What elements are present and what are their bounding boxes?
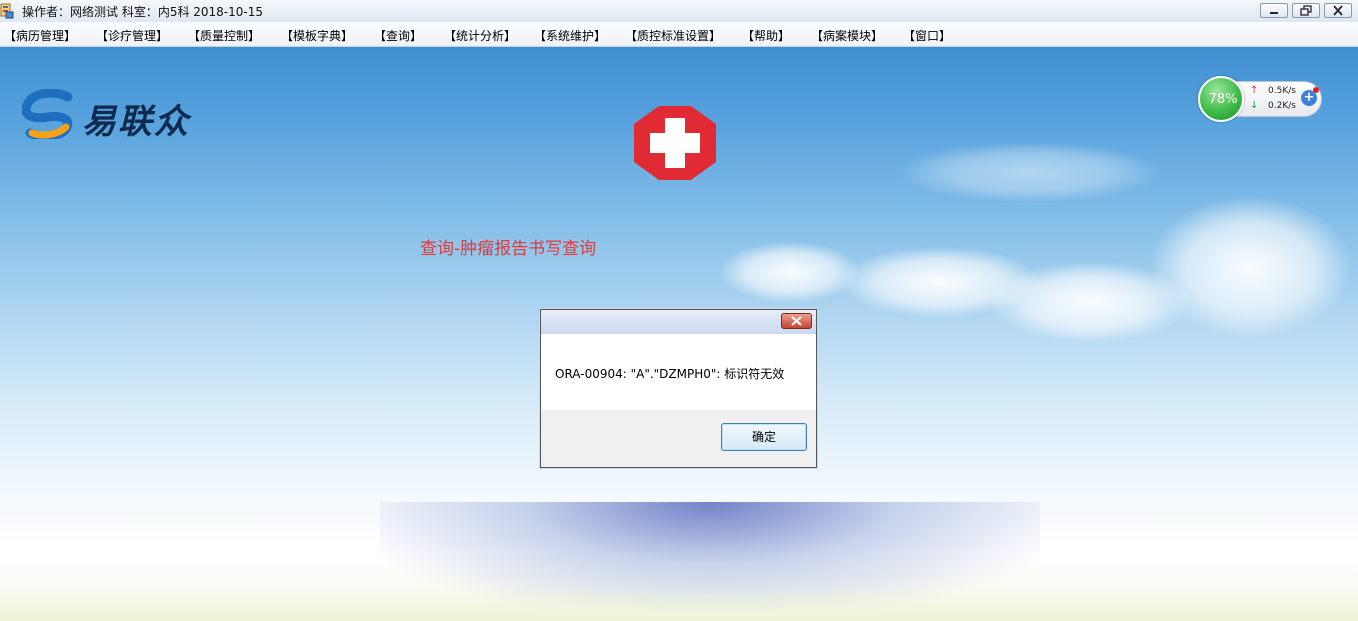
minimize-button[interactable] [1260, 3, 1288, 18]
menu-query[interactable]: 【查询】 [374, 27, 422, 44]
close-icon [791, 316, 802, 326]
notification-dot [1313, 87, 1319, 93]
download-arrow-icon: ↓ [1250, 100, 1259, 111]
menu-bar: 【病历管理】 【诊疗管理】 【质量控制】 【模板字典】 【查询】 【统计分析】 … [0, 22, 1358, 47]
menu-system[interactable]: 【系统维护】 [534, 27, 606, 44]
app-icon [0, 3, 14, 19]
minimize-icon [1270, 12, 1278, 14]
bottom-band [0, 587, 1358, 621]
memory-usage-ball[interactable]: 78% [1198, 76, 1244, 122]
menu-medical-records[interactable]: 【病历管理】 [4, 27, 76, 44]
restore-button[interactable] [1292, 3, 1320, 18]
menu-qc-standards[interactable]: 【质控标准设置】 [625, 27, 721, 44]
dialog-close-button[interactable] [781, 313, 812, 329]
menu-quality-control[interactable]: 【质量控制】 [188, 27, 260, 44]
logo-icon [22, 89, 73, 139]
restore-icon [1300, 5, 1312, 16]
red-cross-icon [634, 106, 716, 180]
menu-window[interactable]: 【窗口】 [903, 27, 951, 44]
window-titlebar: 操作者：网络测试 科室：内5科 2018-10-15 [0, 0, 1358, 22]
memory-percent: 78% [1208, 92, 1238, 107]
upload-speed: 0.5K/s [1268, 86, 1296, 96]
dialog-message: ORA-00904: "A"."DZMPH0": 标识符无效 [555, 367, 785, 381]
logo-text: 易联众 [82, 102, 190, 142]
cloud [1150, 197, 1350, 337]
download-speed: 0.2K/s [1268, 101, 1296, 111]
query-title: 查询-肿瘤报告书写查询 [420, 239, 597, 259]
menu-help[interactable]: 【帮助】 [742, 27, 790, 44]
upload-arrow-icon: ↑ [1250, 85, 1259, 96]
dialog-titlebar[interactable] [541, 310, 816, 335]
close-icon [1333, 5, 1343, 16]
menu-statistics[interactable]: 【统计分析】 [444, 27, 516, 44]
close-button[interactable] [1324, 3, 1352, 18]
ok-button[interactable]: 确定 [721, 423, 807, 451]
window-title: 操作者：网络测试 科室：内5科 2018-10-15 [22, 5, 264, 19]
menu-template-dict[interactable]: 【模板字典】 [281, 27, 353, 44]
dialog-body: ORA-00904: "A"."DZMPH0": 标识符无效 [541, 334, 816, 410]
cloud [720, 242, 860, 302]
network-meter-widget[interactable]: 78% ↑ 0.5K/s ↓ 0.2K/s + [1198, 76, 1326, 122]
error-dialog: ORA-00904: "A"."DZMPH0": 标识符无效 确定 [540, 309, 817, 468]
menu-diagnosis[interactable]: 【诊疗管理】 [96, 27, 168, 44]
menu-case-module[interactable]: 【病案模块】 [811, 27, 883, 44]
cloud [900, 142, 1160, 202]
